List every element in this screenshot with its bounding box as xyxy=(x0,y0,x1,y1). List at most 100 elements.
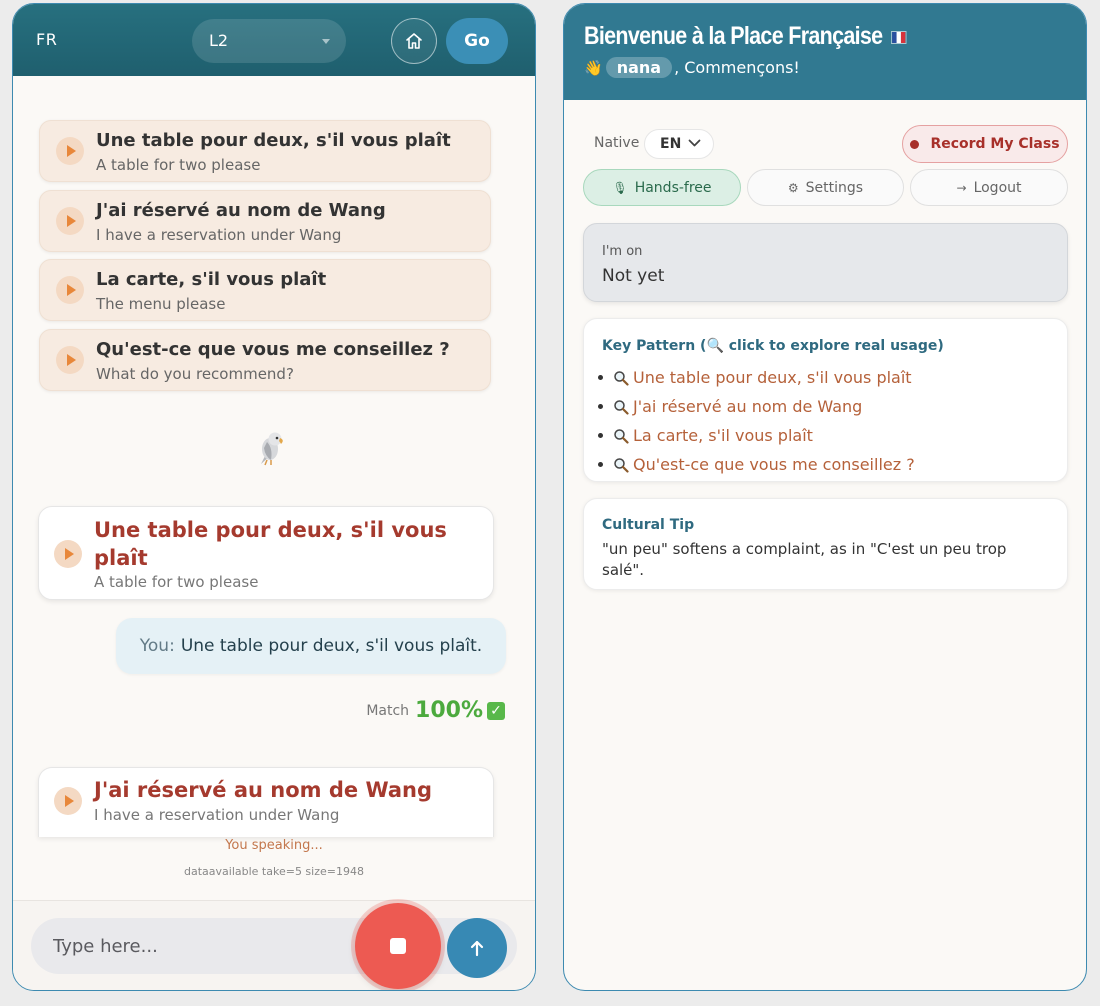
phrase-english: I have a reservation under Wang xyxy=(96,226,342,244)
phrase-french: J'ai réservé au nom de Wang xyxy=(96,200,386,221)
native-label: Native xyxy=(594,135,640,151)
greeting: 👋 nana , Commençons! xyxy=(584,57,800,78)
phrase-card[interactable]: Qu'est-ce que vous me conseillez ? What … xyxy=(39,329,491,391)
prompt-english: I have a reservation under Wang xyxy=(94,806,340,824)
waving-hand-icon: 👋 xyxy=(584,58,603,77)
key-pattern-text: J'ai réservé au nom de Wang xyxy=(633,397,863,416)
phrase-english: The menu please xyxy=(96,295,226,313)
progress-value: Not yet xyxy=(602,266,665,286)
french-flag-icon xyxy=(891,30,907,44)
user-prefix: You: xyxy=(139,636,175,656)
stop-recording-button[interactable] xyxy=(355,903,441,989)
key-pattern-link[interactable]: La carte, s'il vous plaît xyxy=(598,421,915,450)
practice-panel: FR L2 Go Une table pour deux, s'il vous … xyxy=(12,3,536,991)
key-pattern-text: Qu'est-ce que vous me conseillez ? xyxy=(633,455,915,474)
phrase-english: A table for two please xyxy=(96,156,261,174)
level-select[interactable]: L2 xyxy=(192,19,346,63)
parrot-icon xyxy=(261,432,283,466)
stop-icon xyxy=(390,938,406,954)
welcome-header: Bienvenue à la Place Française 👋 nana , … xyxy=(564,4,1086,100)
user-name: nana xyxy=(605,57,673,78)
play-icon[interactable] xyxy=(54,540,82,568)
logout-label: Logout xyxy=(973,179,1022,196)
play-icon[interactable] xyxy=(56,346,84,374)
user-message: You: Une table pour deux, s'il vous plaî… xyxy=(116,618,506,674)
phrase-french: Qu'est-ce que vous me conseillez ? xyxy=(96,339,450,360)
go-button[interactable]: Go xyxy=(446,18,508,64)
welcome-title: Bienvenue à la Place Française xyxy=(584,22,907,51)
bullet xyxy=(598,433,603,438)
key-pattern-card: Key Pattern (🔍 click to explore real usa… xyxy=(583,318,1068,482)
record-class-label: Record My Class xyxy=(930,136,1060,152)
magnifier-icon xyxy=(614,370,629,386)
match-label: Match xyxy=(366,702,410,719)
phrase-card[interactable]: J'ai réservé au nom de Wang I have a res… xyxy=(39,190,491,252)
native-language-select[interactable]: EN xyxy=(644,129,714,159)
home-button[interactable] xyxy=(391,18,437,64)
send-button[interactable] xyxy=(447,918,507,978)
key-pattern-link[interactable]: Une table pour deux, s'il vous plaît xyxy=(598,363,915,392)
key-pattern-text: Une table pour deux, s'il vous plaît xyxy=(633,368,912,387)
cultural-tip-text: "un peu" softens a complaint, as in "C'e… xyxy=(602,540,1007,579)
phrase-card[interactable]: Une table pour deux, s'il vous plaît A t… xyxy=(39,120,491,182)
cultural-tip-card: Cultural Tip "un peu" softens a complain… xyxy=(583,498,1068,590)
play-icon[interactable] xyxy=(54,787,82,815)
native-language-value: EN xyxy=(660,136,682,152)
microphone-icon: 🎙 xyxy=(612,180,628,195)
progress-status-box: I'm on Not yet xyxy=(583,223,1068,302)
record-dot-icon xyxy=(910,139,920,149)
phrase-french: La carte, s'il vous plaît xyxy=(96,269,327,290)
magnifier-icon xyxy=(614,399,629,415)
settings-label: Settings xyxy=(805,179,864,196)
prompt-french-line1: Une table pour deux, s'il vous xyxy=(94,518,447,542)
welcome-title-text: Bienvenue à la Place Française xyxy=(584,22,883,50)
prompt-french-line2: plaît xyxy=(94,546,148,570)
play-icon[interactable] xyxy=(56,276,84,304)
phrase-french: Une table pour deux, s'il vous plaît xyxy=(96,130,451,151)
greeting-text: , Commençons! xyxy=(674,58,800,77)
composer xyxy=(13,900,535,990)
settings-button[interactable]: ⚙ Settings xyxy=(747,169,904,206)
check-icon: ✓ xyxy=(487,701,505,720)
progress-label: I'm on xyxy=(602,244,643,259)
prompt-english: A table for two please xyxy=(94,573,259,591)
debug-status: dataavailable take=5 size=1948 xyxy=(184,865,364,878)
bullet xyxy=(598,462,603,467)
chevron-down-icon xyxy=(688,139,701,147)
match-percent: 100% xyxy=(415,698,483,723)
info-panel: Bienvenue à la Place Française 👋 nana , … xyxy=(563,3,1087,991)
user-message-text: Une table pour deux, s'il vous plaît. xyxy=(180,636,483,656)
record-class-button[interactable]: Record My Class xyxy=(902,125,1068,163)
message-input[interactable] xyxy=(31,918,517,974)
home-icon xyxy=(406,33,422,49)
gear-icon: ⚙ xyxy=(787,180,799,195)
recording-status: You speaking... xyxy=(225,838,323,853)
logout-button[interactable]: → Logout xyxy=(910,169,1068,206)
magnifier-icon xyxy=(614,428,629,444)
bullet xyxy=(598,375,603,380)
bullet xyxy=(598,404,603,409)
level-value: L2 xyxy=(209,31,229,50)
key-pattern-link[interactable]: Qu'est-ce que vous me conseillez ? xyxy=(598,450,915,479)
hands-free-button[interactable]: 🎙 Hands-free xyxy=(583,169,741,206)
phrase-english: What do you recommend? xyxy=(96,365,294,383)
cultural-tip-title: Cultural Tip xyxy=(602,517,695,533)
key-pattern-link[interactable]: J'ai réservé au nom de Wang xyxy=(598,392,915,421)
arrow-right-icon: → xyxy=(956,180,967,195)
arrow-up-icon xyxy=(470,940,484,957)
prompt-french: J'ai réservé au nom de Wang xyxy=(94,778,433,802)
match-score: Match 100% ✓ xyxy=(366,698,505,723)
hands-free-label: Hands-free xyxy=(634,179,712,196)
key-pattern-title: Key Pattern (🔍 click to explore real usa… xyxy=(602,338,944,354)
phrase-card[interactable]: La carte, s'il vous plaît The menu pleas… xyxy=(39,259,491,321)
prompt-message: Une table pour deux, s'il vous plaît A t… xyxy=(38,506,494,600)
key-pattern-list: Une table pour deux, s'il vous plaît J'a… xyxy=(598,363,915,479)
chevron-down-icon xyxy=(322,39,330,44)
play-icon[interactable] xyxy=(56,207,84,235)
key-pattern-text: La carte, s'il vous plaît xyxy=(633,426,813,445)
play-icon[interactable] xyxy=(56,137,84,165)
target-language-code: FR xyxy=(36,30,58,49)
prompt-message: J'ai réservé au nom de Wang I have a res… xyxy=(38,767,494,837)
top-bar: FR L2 Go xyxy=(13,4,535,76)
magnifier-icon xyxy=(614,457,629,473)
